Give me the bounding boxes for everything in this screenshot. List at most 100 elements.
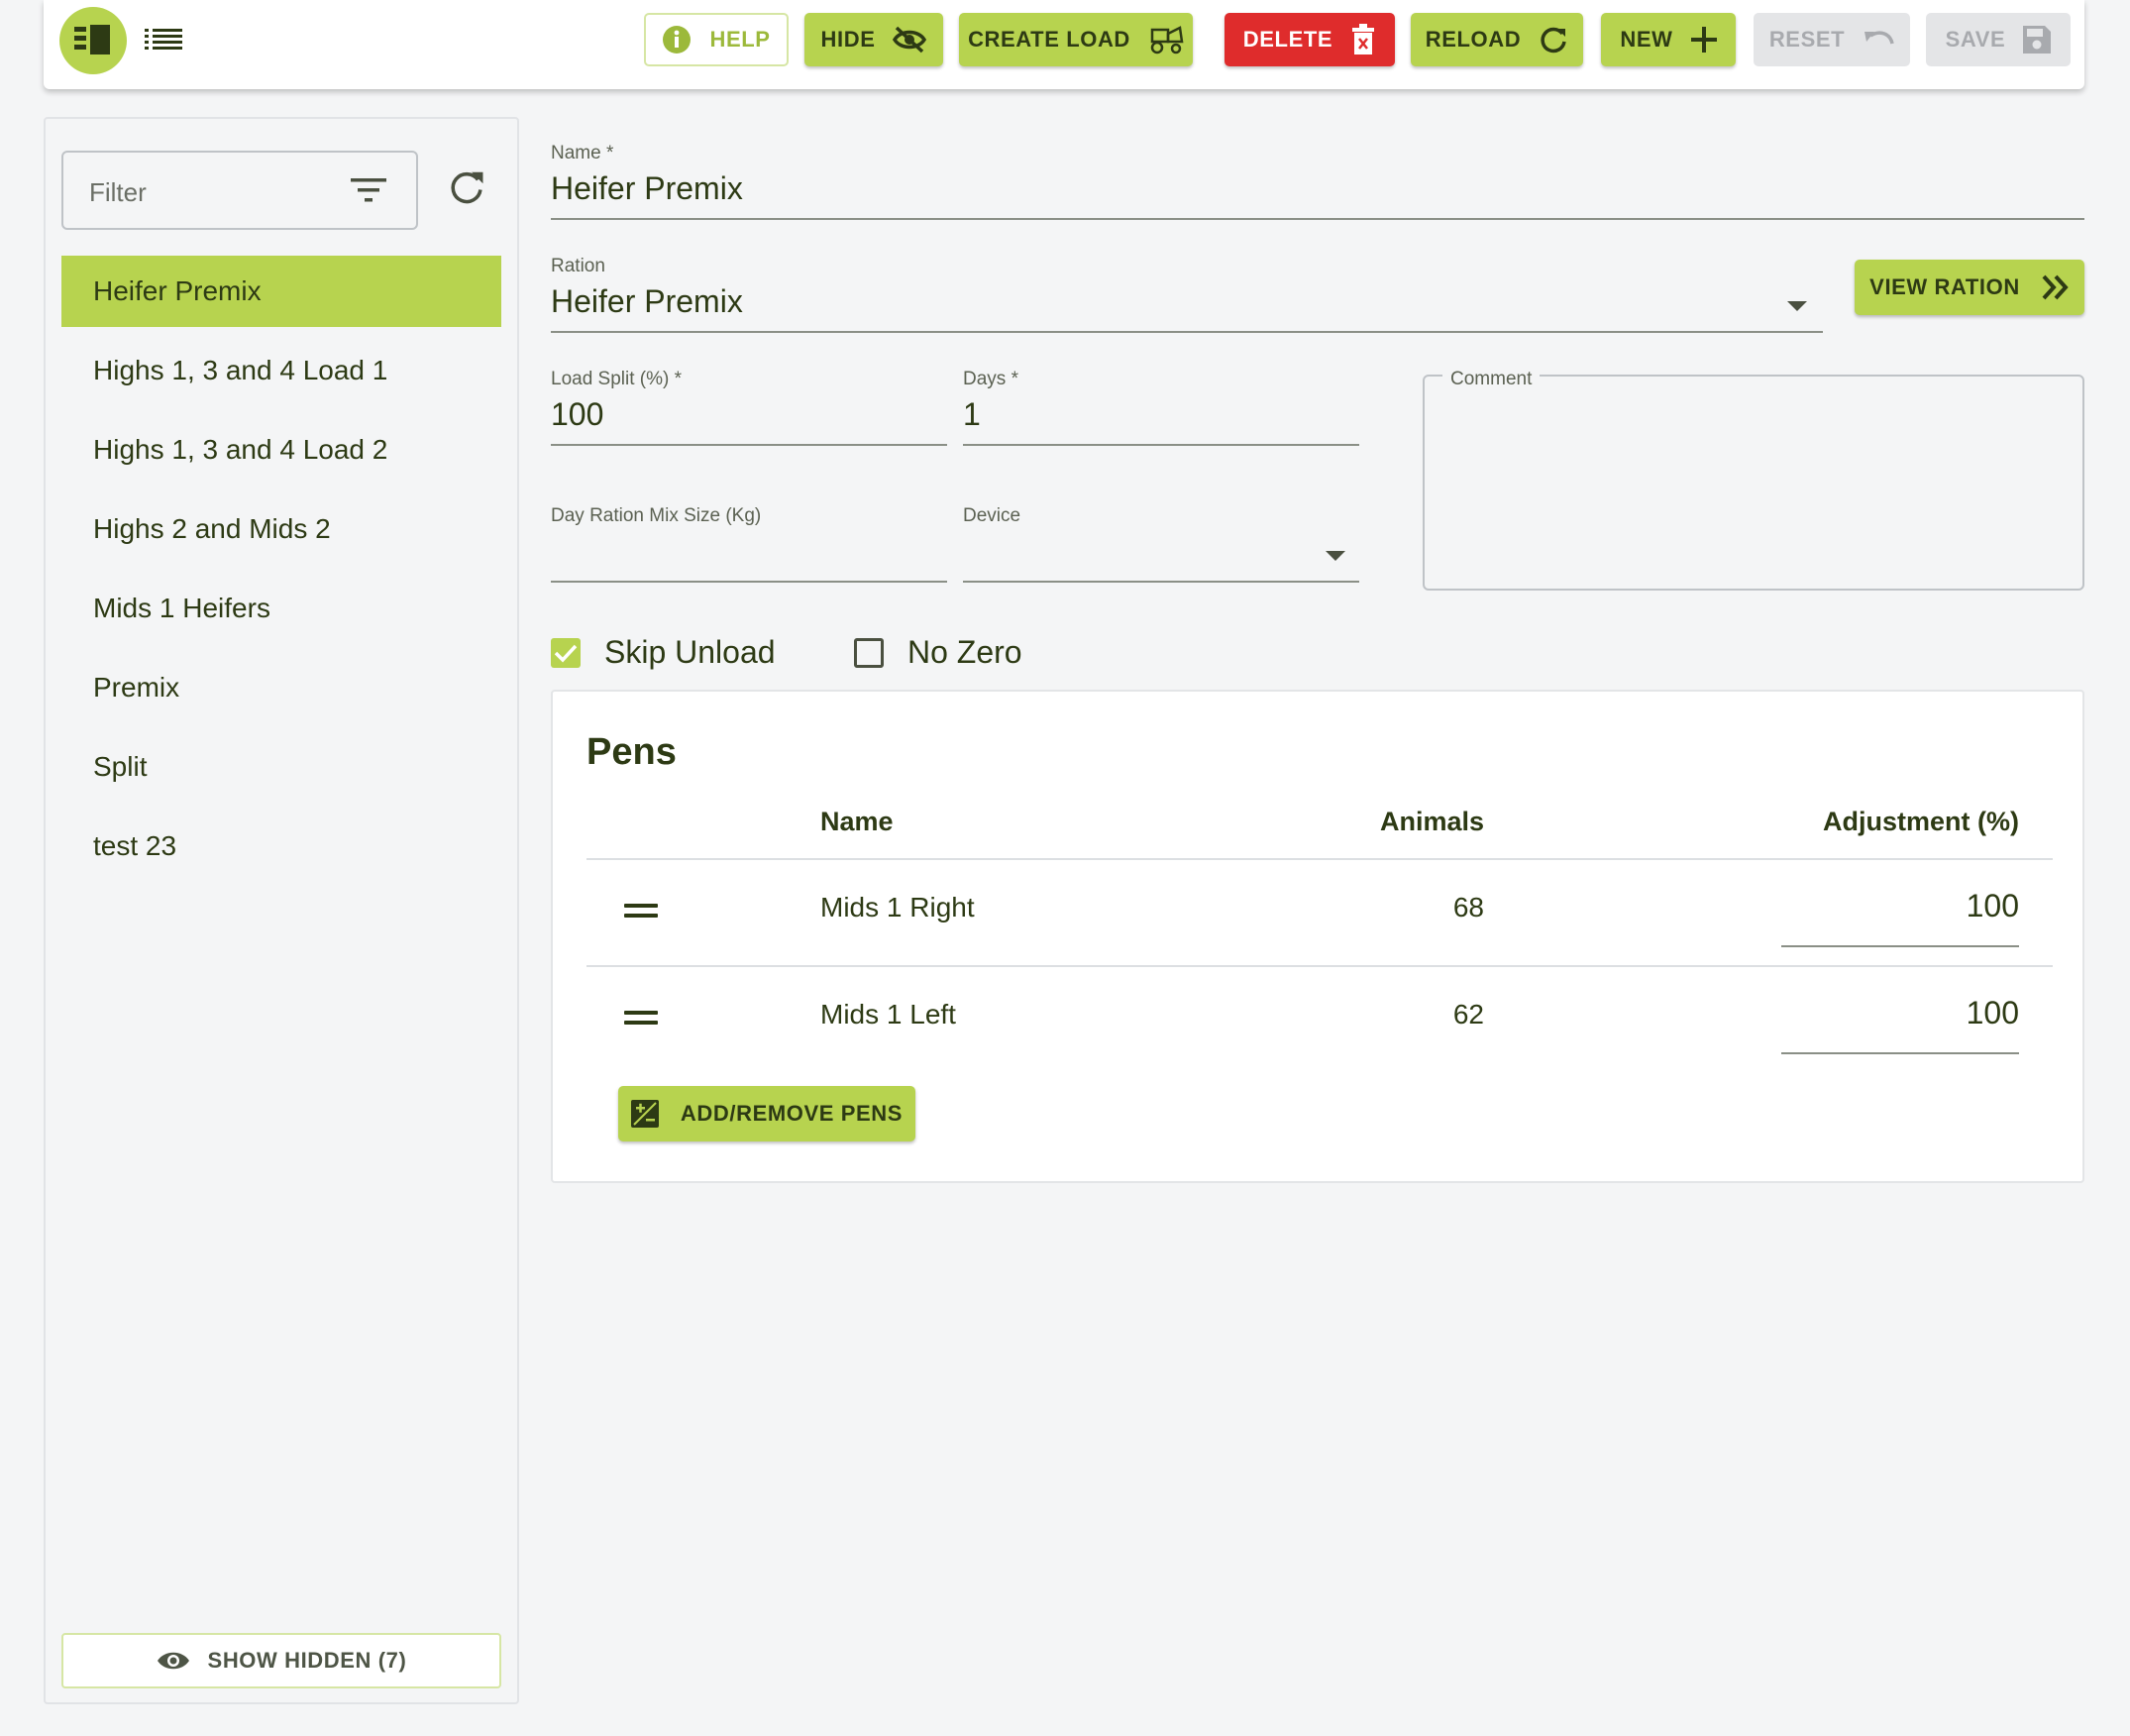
list-item-highs-2-mids-2[interactable]: Highs 2 and Mids 2 xyxy=(61,493,501,565)
ration-chevron-down-icon[interactable] xyxy=(1787,301,1807,311)
sidebar: Heifer Premix Highs 1, 3 and 4 Load 1 Hi… xyxy=(44,117,519,1704)
list-item-label: Heifer Premix xyxy=(93,275,262,306)
list-item-label: Highs 1, 3 and 4 Load 1 xyxy=(93,355,388,385)
device-label: Device xyxy=(963,505,1021,526)
add-remove-pens-label: ADD/REMOVE PENS xyxy=(680,1101,904,1126)
ration-underline xyxy=(551,331,1823,333)
info-icon xyxy=(663,26,692,54)
days-label: Days * xyxy=(963,369,1018,389)
eye-icon xyxy=(157,1652,189,1670)
plus-icon xyxy=(1690,27,1717,53)
refresh-list-icon[interactable] xyxy=(448,168,485,206)
pen-adjustment-underline xyxy=(1781,945,2019,947)
comment-label: Comment xyxy=(1442,369,1541,390)
list-item-label: Split xyxy=(93,751,148,782)
list-item-label: Highs 2 and Mids 2 xyxy=(93,513,331,544)
undo-icon xyxy=(1864,31,1894,45)
skip-unload-label: Skip Unload xyxy=(604,634,776,670)
drag-handle-icon[interactable] xyxy=(624,1011,658,1031)
split-view-icon xyxy=(74,25,110,54)
column-header-name: Name xyxy=(820,807,894,836)
pen-name: Mids 1 Right xyxy=(820,892,975,922)
row-divider xyxy=(586,965,2053,967)
split-view-button[interactable] xyxy=(59,7,127,74)
list-item-heifer-premix[interactable]: Heifer Premix xyxy=(61,256,501,327)
filter-icon[interactable] xyxy=(351,176,386,204)
view-ration-button[interactable]: VIEW RATION xyxy=(1855,260,2084,315)
create-load-label: CREATE LOAD xyxy=(968,27,1130,52)
name-field[interactable]: Heifer Premix xyxy=(551,170,743,207)
create-load-button[interactable]: CREATE LOAD xyxy=(959,13,1193,66)
double-chevron-right-icon xyxy=(2042,274,2069,300)
list-view-button[interactable] xyxy=(141,22,186,57)
hide-label: HIDE xyxy=(820,27,876,52)
show-hidden-label: SHOW HIDDEN (7) xyxy=(207,1648,407,1673)
pen-adjustment-input[interactable]: 100 xyxy=(1781,995,2019,1031)
list-item-mids-1-heifers[interactable]: Mids 1 Heifers xyxy=(61,573,501,644)
column-header-adjustment: Adjustment (%) xyxy=(1823,807,2019,836)
reset-button[interactable]: RESET xyxy=(1754,13,1910,66)
show-hidden-button[interactable]: SHOW HIDDEN (7) xyxy=(61,1633,501,1688)
drag-handle-icon[interactable] xyxy=(624,904,658,923)
new-label: NEW xyxy=(1620,27,1673,52)
list-item-label: Mids 1 Heifers xyxy=(93,593,270,623)
list-item-label: test 23 xyxy=(93,830,177,861)
reset-label: RESET xyxy=(1768,27,1846,52)
save-label: SAVE xyxy=(1945,27,2006,52)
toolbar: HELP HIDE CREATE LOAD DELETE RELOAD NEW … xyxy=(44,0,2084,89)
help-button[interactable]: HELP xyxy=(644,13,789,66)
no-zero-checkbox[interactable] xyxy=(854,638,884,668)
comment-field[interactable] xyxy=(1423,375,2084,591)
delete-button[interactable]: DELETE xyxy=(1225,13,1395,66)
days-underline xyxy=(963,444,1359,446)
floppy-disk-icon xyxy=(2023,26,2052,54)
help-label: HELP xyxy=(709,27,771,52)
list-item-highs-1-3-4-load-2[interactable]: Highs 1, 3 and 4 Load 2 xyxy=(61,414,501,486)
eye-off-icon xyxy=(893,26,927,54)
ration-select[interactable]: Heifer Premix xyxy=(551,283,743,320)
save-button[interactable]: SAVE xyxy=(1926,13,2071,66)
pen-animals: 68 xyxy=(1452,892,1484,922)
no-zero-label: No Zero xyxy=(907,634,1022,670)
reload-label: RELOAD xyxy=(1425,27,1522,52)
list-item-label: Highs 1, 3 and 4 Load 2 xyxy=(93,434,388,465)
refresh-icon xyxy=(1541,27,1566,54)
hide-button[interactable]: HIDE xyxy=(804,13,943,66)
filter-input[interactable] xyxy=(89,170,337,214)
list-view-icon xyxy=(145,29,182,50)
name-label: Name * xyxy=(551,143,614,163)
pens-card: Pens Name Animals Adjustment (%) Mids 1 … xyxy=(551,690,2084,1183)
header-divider xyxy=(586,858,2053,860)
ration-label: Ration xyxy=(551,256,605,276)
filter-field[interactable] xyxy=(61,151,418,230)
trash-icon xyxy=(1352,24,1375,54)
load-split-label: Load Split (%) * xyxy=(551,369,683,389)
days-field[interactable]: 1 xyxy=(963,396,981,433)
load-split-underline xyxy=(551,444,947,446)
pen-name: Mids 1 Left xyxy=(820,999,956,1030)
add-remove-icon xyxy=(630,1100,659,1128)
list-item-label: Premix xyxy=(93,672,180,703)
pens-title: Pens xyxy=(586,731,677,773)
load-split-field[interactable]: 100 xyxy=(551,396,603,433)
list-item-highs-1-3-4-load-1[interactable]: Highs 1, 3 and 4 Load 1 xyxy=(61,335,501,406)
pen-animals: 62 xyxy=(1452,999,1484,1030)
tractor-icon xyxy=(1150,26,1184,54)
skip-unload-checkbox[interactable] xyxy=(551,638,581,668)
column-header-animals: Animals xyxy=(1379,807,1484,836)
list-item-test-23[interactable]: test 23 xyxy=(61,811,501,882)
pen-adjustment-input[interactable]: 100 xyxy=(1781,888,2019,924)
list-item-premix[interactable]: Premix xyxy=(61,652,501,723)
load-list: Heifer Premix Highs 1, 3 and 4 Load 1 Hi… xyxy=(61,256,501,890)
name-underline xyxy=(551,218,2084,220)
list-item-split[interactable]: Split xyxy=(61,731,501,803)
add-remove-pens-button[interactable]: ADD/REMOVE PENS xyxy=(618,1086,915,1141)
reload-button[interactable]: RELOAD xyxy=(1411,13,1583,66)
device-chevron-down-icon[interactable] xyxy=(1326,551,1345,561)
day-ration-mix-size-underline xyxy=(551,581,947,583)
pen-adjustment-underline xyxy=(1781,1052,2019,1054)
view-ration-label: VIEW RATION xyxy=(1869,274,2020,299)
new-button[interactable]: NEW xyxy=(1601,13,1736,66)
device-underline xyxy=(963,581,1359,583)
delete-label: DELETE xyxy=(1242,27,1333,52)
